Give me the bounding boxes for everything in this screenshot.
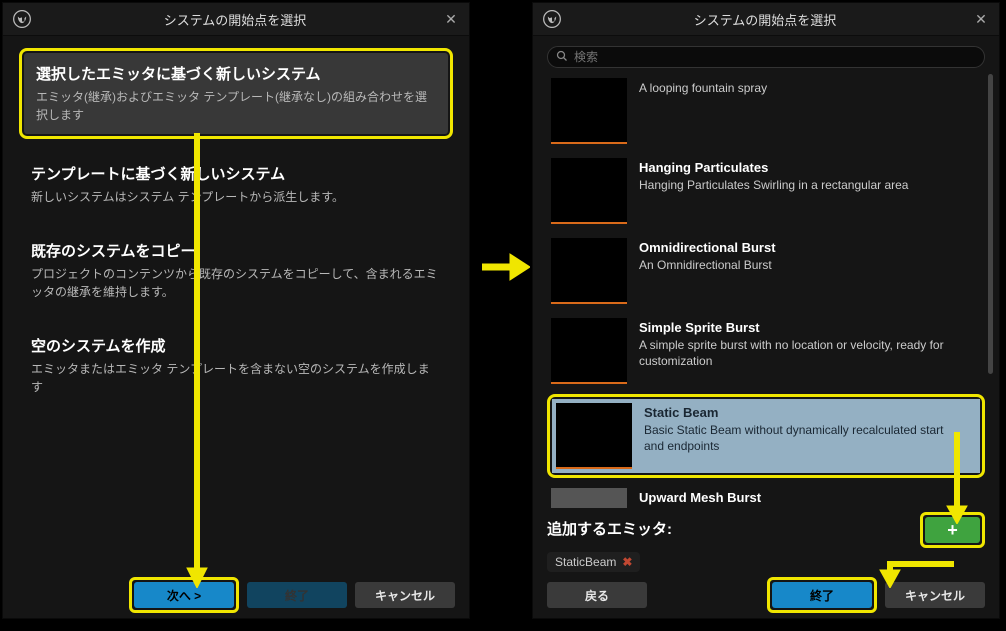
option-desc: プロジェクトのコンテンツから既存のシステムをコピーして、含まれるエミッタの継承を… [31,265,441,301]
highlight-add-button: + [920,512,985,548]
list-item[interactable]: Hanging Particulates Hanging Particulate… [547,154,999,228]
next-button[interactable]: 次へ > [134,582,234,608]
option-title: テンプレートに基づく新しいシステム [31,163,441,184]
emitter-thumbnail [551,488,627,508]
item-title: Upward Mesh Burst [639,490,979,505]
close-icon[interactable]: ✕ [437,5,465,33]
chip-remove-icon[interactable]: ✖ [622,555,632,569]
arrow-center [480,250,530,287]
item-desc: A simple sprite burst with no location o… [639,337,979,369]
list-item[interactable]: Upward Mesh Burst An burst of meshes spa… [547,484,999,508]
add-emitter-label: 追加するエミッタ: [547,518,672,539]
highlight-next-button: 次へ > [129,577,239,613]
item-desc: An Omnidirectional Burst [639,257,979,273]
emitter-thumbnail [551,78,627,144]
scrollbar[interactable] [988,74,993,374]
window-title: システムの開始点を選択 [33,10,437,29]
item-desc: Basic Static Beam without dynamically re… [644,422,960,454]
option-copy-existing[interactable]: 既存のシステムをコピー プロジェクトのコンテンツから既存のシステムをコピーして、… [19,230,453,311]
option-desc: エミッタ(継承)およびエミッタ テンプレート(継承なし)の組み合わせを選択します [36,88,436,124]
unreal-logo-icon [11,8,33,30]
chip-label: StaticBeam [555,555,616,569]
item-desc: Hanging Particulates Swirling in a recta… [639,177,979,193]
titlebar-right: システムの開始点を選択 ✕ [533,3,999,36]
search-icon [556,50,568,65]
option-title: 空のシステムを作成 [31,335,441,356]
highlight-selected-option: 選択したエミッタに基づく新しいシステム エミッタ(継承)およびエミッタ テンプレ… [19,48,453,139]
emitter-thumbnail [551,318,627,384]
item-desc: A looping fountain spray [639,80,979,96]
item-title: Hanging Particulates [639,160,979,175]
option-empty-system[interactable]: 空のシステムを作成 エミッタまたはエミッタ テンプレートを含まない空のシステムを… [19,325,453,406]
finish-button[interactable]: 終了 [772,582,872,608]
search-box[interactable] [547,46,985,68]
option-title: 既存のシステムをコピー [31,240,441,261]
emitter-thumbnail [551,158,627,224]
option-new-from-emitters[interactable]: 選択したエミッタに基づく新しいシステム エミッタ(継承)およびエミッタ テンプレ… [24,53,448,134]
back-button[interactable]: 戻る [547,582,647,608]
emitter-chip[interactable]: StaticBeam ✖ [547,552,640,572]
list-item-selected[interactable]: Static Beam Basic Static Beam without dy… [552,399,980,473]
option-new-from-template[interactable]: テンプレートに基づく新しいシステム 新しいシステムはシステム テンプレートから派… [19,153,453,216]
list-item[interactable]: Omnidirectional Burst An Omnidirectional… [547,234,999,308]
list-item[interactable]: A looping fountain spray [547,74,999,148]
search-input[interactable] [574,50,976,64]
option-desc: エミッタまたはエミッタ テンプレートを含まない空のシステムを作成します [31,360,441,396]
item-title: Omnidirectional Burst [639,240,979,255]
add-button[interactable]: + [925,517,980,543]
emitter-thumbnail [551,238,627,304]
item-title: Simple Sprite Burst [639,320,979,335]
option-title: 選択したエミッタに基づく新しいシステム [36,63,436,84]
highlight-static-beam: Static Beam Basic Static Beam without dy… [547,394,985,478]
item-title: Static Beam [644,405,960,420]
titlebar-left: システムの開始点を選択 ✕ [3,3,469,36]
close-icon[interactable]: ✕ [967,5,995,33]
list-item[interactable]: Simple Sprite Burst A simple sprite burs… [547,314,999,388]
cancel-button[interactable]: キャンセル [885,582,985,608]
option-desc: 新しいシステムはシステム テンプレートから派生します。 [31,188,441,206]
window-title: システムの開始点を選択 [563,10,967,29]
emitter-thumbnail [556,403,632,469]
highlight-finish-button: 終了 [767,577,877,613]
item-desc: An burst of meshes spawning upwards in a… [639,507,979,508]
unreal-logo-icon [541,8,563,30]
cancel-button[interactable]: キャンセル [355,582,455,608]
finish-button[interactable]: 終了 [247,582,347,608]
